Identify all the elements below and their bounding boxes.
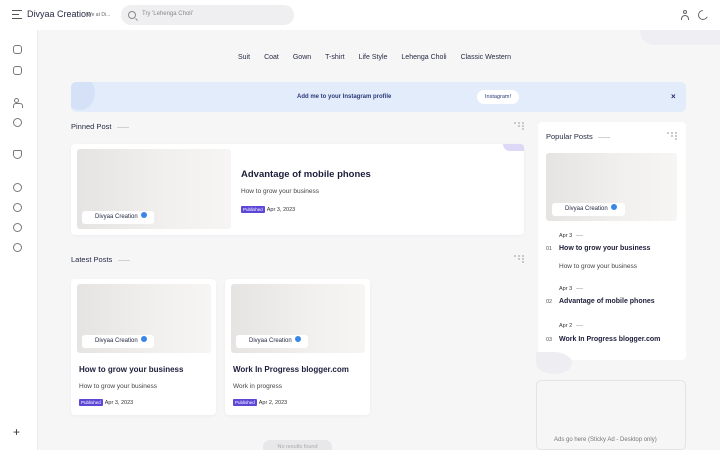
status-badge: Published <box>241 206 265 213</box>
nav-item-tshirt[interactable]: T-shirt <box>325 54 344 61</box>
pinned-section-title: Pinned Post <box>71 122 112 131</box>
author-chip[interactable]: Divyaa Creation <box>236 335 308 348</box>
popular-date: Apr 2 <box>559 323 584 329</box>
popular-date-text: Apr 3 <box>559 233 573 239</box>
popular-date: Apr 3 <box>559 286 584 292</box>
post-date: Apr 3, 2023 <box>104 399 134 406</box>
post-title[interactable]: How to grow your business <box>79 365 183 374</box>
popular-section-title: Popular Posts <box>546 132 593 141</box>
ad-placeholder-text: Ads go here (Sticky Ad - Desktop only) <box>554 437 657 443</box>
popular-rank: 03 <box>546 337 553 343</box>
popular-post-excerpt: How to grow your business <box>559 263 638 270</box>
search-icon <box>128 11 136 19</box>
folder-icon[interactable] <box>13 243 22 252</box>
post-title[interactable]: Advantage of mobile phones <box>241 169 371 180</box>
post-meta: Published Apr 3, 2023 <box>241 206 295 213</box>
nav-item-classic-western[interactable]: Classic Western <box>461 54 511 61</box>
post-date: Apr 2, 2023 <box>258 399 288 406</box>
nav-item-suit[interactable]: Suit <box>238 54 250 61</box>
verified-icon <box>610 204 617 211</box>
divider <box>598 137 610 138</box>
status-badge: Published <box>79 399 103 406</box>
author-chip[interactable]: Divyaa Creation <box>82 335 154 348</box>
post-date: Apr 3, 2023 <box>266 206 296 213</box>
drag-handle-icon[interactable] <box>514 122 524 130</box>
search-placeholder: Try 'Lehenga Choli' <box>142 11 194 17</box>
top-header: Divyaa Creation We at Di... Try 'Lehenga… <box>0 0 720 30</box>
nav-item-lehenga-choli[interactable]: Lehenga Choli <box>401 54 446 61</box>
post-meta: Published Apr 3, 2023 <box>79 399 133 406</box>
nav-item-gown[interactable]: Gown <box>293 54 311 61</box>
divider <box>118 260 130 261</box>
shield-icon[interactable] <box>13 150 22 159</box>
folder-icon[interactable] <box>13 183 22 192</box>
author-name: Divyaa Creation <box>95 338 138 344</box>
site-title[interactable]: Divyaa Creation <box>27 9 91 19</box>
popular-date-text: Apr 3 <box>559 286 573 292</box>
folder-icon[interactable] <box>13 223 22 232</box>
no-results-button[interactable]: No results found <box>263 440 332 450</box>
decorative-shape <box>536 352 572 374</box>
author-name: Divyaa Creation <box>95 214 138 220</box>
sidebar <box>0 30 38 450</box>
search-bar[interactable]: Try 'Lehenga Choli' <box>121 5 294 25</box>
popular-rank: 02 <box>546 299 553 305</box>
popular-post-title[interactable]: How to grow your business <box>559 245 650 252</box>
verified-icon <box>140 336 147 343</box>
smile-icon[interactable] <box>13 118 22 127</box>
author-name: Divyaa Creation <box>249 338 292 344</box>
post-excerpt: How to grow your business <box>79 383 158 390</box>
instagram-button[interactable]: Instagram! <box>477 90 519 104</box>
verified-icon <box>140 212 147 219</box>
divider <box>117 127 129 128</box>
post-title[interactable]: Work In Progress blogger.com <box>233 365 349 374</box>
close-icon[interactable]: × <box>671 92 676 101</box>
popular-post-title[interactable]: Advantage of mobile phones <box>559 298 655 305</box>
popular-post-title[interactable]: Work In Progress blogger.com <box>559 336 660 343</box>
popular-rank: 01 <box>546 246 553 252</box>
moon-icon[interactable] <box>698 9 710 20</box>
nav-item-lifestyle[interactable]: Life Style <box>359 54 388 61</box>
author-chip[interactable]: Divyaa Creation <box>552 203 625 216</box>
popular-date-text: Apr 2 <box>559 323 573 329</box>
author-name: Divyaa Creation <box>565 206 608 212</box>
plus-icon[interactable]: + <box>13 426 20 438</box>
home-icon[interactable] <box>13 45 22 54</box>
post-excerpt: Work in progress <box>233 383 283 390</box>
post-meta: Published Apr 2, 2023 <box>233 399 287 406</box>
pinned-corner-tab <box>503 144 524 151</box>
author-chip[interactable]: Divyaa Creation <box>82 211 154 224</box>
instagram-banner-text: Add me to your Instagram profile <box>297 94 392 100</box>
people-icon[interactable] <box>13 98 23 108</box>
post-excerpt: How to grow your business <box>241 188 320 195</box>
user-icon[interactable] <box>680 10 690 20</box>
site-tagline: We at Di... <box>87 12 111 18</box>
drag-handle-icon[interactable] <box>514 255 524 263</box>
popular-date: Apr 3 <box>559 233 584 239</box>
status-badge: Published <box>233 399 257 406</box>
instagram-banner: Add me to your Instagram profile Instagr… <box>71 82 686 112</box>
latest-section-title: Latest Posts <box>71 255 113 264</box>
decorative-shape <box>71 82 95 110</box>
folder-icon[interactable] <box>13 66 22 75</box>
drag-handle-icon[interactable] <box>667 132 677 140</box>
nav-item-coat[interactable]: Coat <box>264 54 279 61</box>
category-nav: Suit Coat Gown T-shirt Life Style Leheng… <box>238 54 525 61</box>
folder-icon[interactable] <box>13 203 22 212</box>
decorative-shape <box>640 30 720 45</box>
verified-icon <box>294 336 301 343</box>
hamburger-icon[interactable] <box>12 10 22 19</box>
